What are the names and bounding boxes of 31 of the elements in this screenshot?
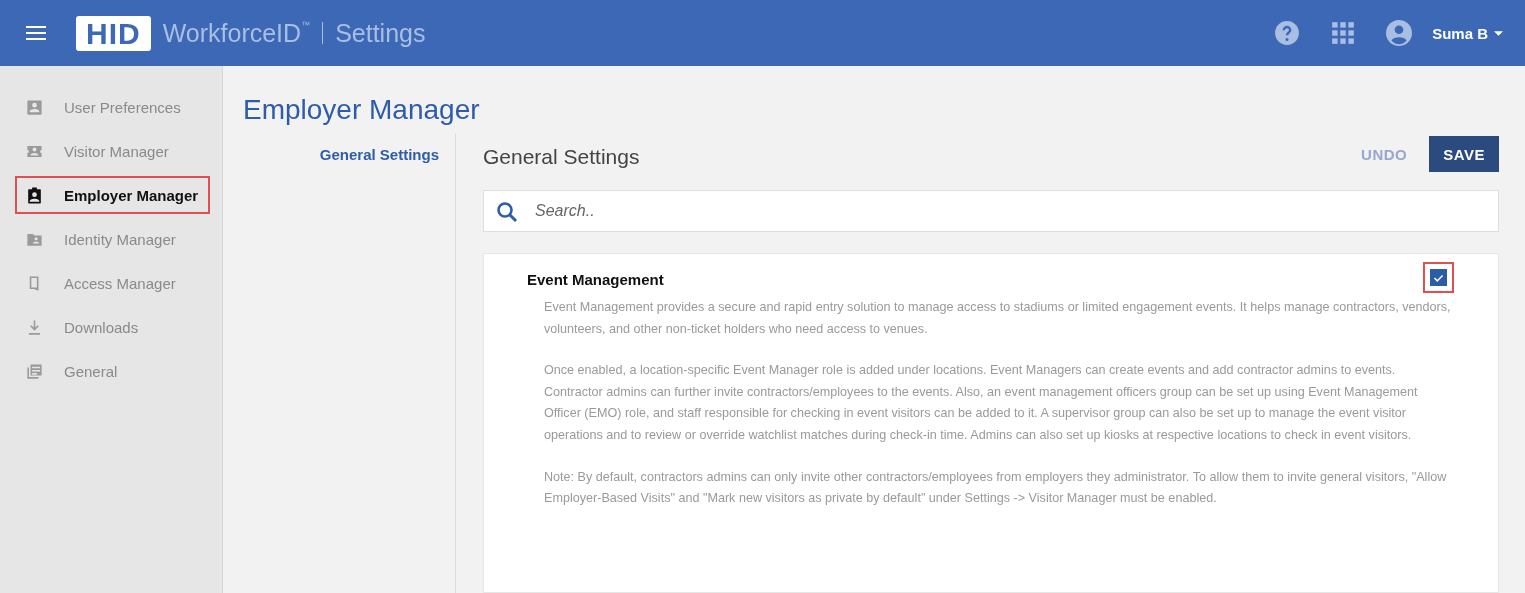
- menu-icon[interactable]: [26, 26, 46, 40]
- description-paragraph: Event Management provides a secure and rapid entry solution to manage access to stadiums or limited engagement events. It helps manage contractors, vendors, volunteers, and other non-ticket holders who need access to venues.: [544, 299, 1452, 338]
- panel-title: General Settings: [483, 145, 640, 169]
- undo-button[interactable]: UNDO: [1355, 144, 1414, 164]
- setting-title: Event Management: [527, 271, 664, 288]
- logo: HID: [76, 15, 151, 51]
- sidebar-item[interactable]: Visitor Manager: [15, 132, 210, 170]
- save-button[interactable]: SAVE: [1429, 136, 1499, 172]
- help-icon[interactable]: [1274, 20, 1301, 46]
- product-name: WorkforceID$^{™}$: [162, 18, 311, 48]
- sidebar-item[interactable]: Downloads: [15, 308, 210, 346]
- checkbox[interactable]: [1430, 269, 1447, 286]
- clipboard-icon: [25, 185, 44, 205]
- sidebar-item[interactable]: Employer Manager: [15, 176, 210, 214]
- description-paragraph: Once enabled, a location-specific Event Manager role is added under locations. Event Managers can create events and add contractor admins to events. Contractor admins can further invite contractors/employees to the events. Also, an event management officers group can be set up using Event Management Officer (EMO) role, and staff responsible for checking in event visitors can be added to it. A supervisor group can also be set up to manage the event visitor operations and to review or override watchlist matches during check-in time. Admins can also set up kiosks at respective locations to check in event visitors.: [544, 362, 1419, 444]
- section-title: Settings: [335, 18, 426, 48]
- sidebar-item[interactable]: User Preferences: [15, 88, 210, 126]
- user-menu[interactable]: Suma B: [1426, 23, 1509, 43]
- page-title: Employer Manager: [243, 94, 481, 126]
- sidebar-item[interactable]: Identity Manager: [15, 220, 210, 258]
- person-card-icon: [25, 97, 44, 117]
- apps-grid-icon[interactable]: [1330, 20, 1357, 46]
- caret-icon: [1494, 30, 1503, 36]
- search-field[interactable]: Search..: [483, 190, 1499, 232]
- sidebar-item[interactable]: General: [15, 352, 210, 390]
- user-avatar-icon[interactable]: [1386, 20, 1413, 46]
- description-paragraph: Note: By default, contractors admins can only invite other contractors/employees from employers they administrator. To allow them to invite general visitors, "Allow Employer-Based Visits" and "Mark new visitors as private by default" under Settings -> Visitor Manager must be enabled.: [544, 468, 1448, 508]
- subnav-link[interactable]: General Settings: [319, 146, 439, 163]
- search-icon: [495, 200, 519, 224]
- library-icon: [25, 361, 44, 381]
- sidebar-item[interactable]: Access Manager: [15, 264, 210, 302]
